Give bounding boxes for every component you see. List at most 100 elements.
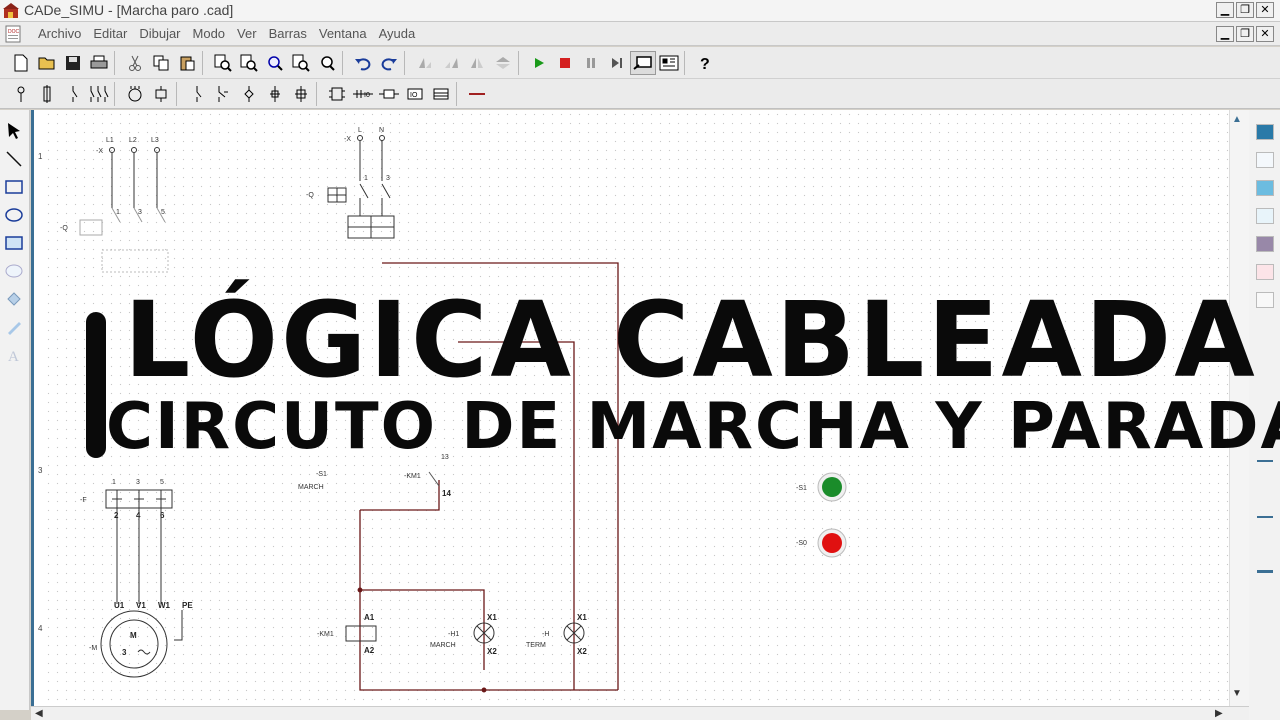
ellipse-tool[interactable] <box>3 204 25 226</box>
rotate-left-button[interactable] <box>412 51 438 75</box>
open-file-button[interactable] <box>34 51 60 75</box>
color-swatch[interactable] <box>1256 236 1274 252</box>
doc-minimize-button[interactable]: ▁ <box>1216 26 1234 42</box>
filled-ellipse-tool[interactable] <box>3 260 25 282</box>
scroll-left-icon[interactable]: ◀ <box>35 708 43 719</box>
close-button[interactable]: ✕ <box>1256 2 1274 18</box>
filled-rectangle-icon <box>5 236 23 250</box>
contact-no-button[interactable] <box>184 82 210 106</box>
print-button[interactable] <box>86 51 112 75</box>
vertical-scrollbar[interactable]: ▲ ▼ <box>1229 110 1249 706</box>
select-tool[interactable] <box>3 120 25 142</box>
plc-output-button[interactable]: IO <box>402 82 428 106</box>
component-library-button[interactable] <box>656 51 682 75</box>
simulate-pause-button[interactable] <box>578 51 604 75</box>
pilot-light-s1[interactable]: -S1 <box>796 472 847 502</box>
fill-tool[interactable] <box>3 288 25 310</box>
wire-icon <box>469 92 485 95</box>
schematic-canvas[interactable]: L1 L2 L3 -X 1 3 5 -Q L N -X 1 3 -Q -S1 M… <box>44 110 1229 706</box>
plc-input-icon <box>379 89 399 98</box>
timer-button[interactable] <box>324 82 350 106</box>
rotate-right-button[interactable] <box>438 51 464 75</box>
text-tool[interactable]: A <box>3 344 25 366</box>
new-file-button[interactable] <box>8 51 34 75</box>
line-icon <box>6 151 22 167</box>
color-swatch[interactable] <box>1256 152 1274 168</box>
motor-icon <box>128 85 142 101</box>
doc-restore-button[interactable]: ❐ <box>1236 26 1254 42</box>
redo-button[interactable] <box>376 51 402 75</box>
plc-module-icon <box>433 88 449 99</box>
scroll-up-icon[interactable]: ▲ <box>1232 114 1246 128</box>
motor-button[interactable] <box>122 82 148 106</box>
color-swatch[interactable] <box>1256 208 1274 224</box>
toolbar-separator <box>684 50 690 75</box>
label-w1: W1 <box>158 601 171 610</box>
pin-f-5: 5 <box>160 479 164 486</box>
zoom-all-icon <box>292 54 310 72</box>
zoom-out-button[interactable] <box>236 51 262 75</box>
contact-nc-icon <box>218 85 228 102</box>
zoom-window-button[interactable] <box>262 51 288 75</box>
copy-button[interactable] <box>148 51 174 75</box>
save-button[interactable] <box>60 51 86 75</box>
edit-mode-button[interactable] <box>630 50 656 75</box>
line-tool[interactable] <box>3 148 25 170</box>
menu-editar[interactable]: Editar <box>87 26 133 41</box>
io-block-button[interactable]: I0 <box>350 82 376 106</box>
fuse-button[interactable] <box>34 82 60 106</box>
drawing-area[interactable]: 1 3 4 L1 L2 L3 -X 1 3 5 -Q L N -X 1 3 -Q… <box>31 110 1229 706</box>
color-swatch[interactable] <box>1256 124 1274 140</box>
cut-button[interactable] <box>122 51 148 75</box>
paste-button[interactable] <box>174 51 200 75</box>
terminal-button[interactable] <box>262 82 288 106</box>
scroll-right-icon[interactable]: ▶ <box>1215 708 1223 719</box>
contact-nc-button[interactable] <box>210 82 236 106</box>
breaker-three-phase-button[interactable] <box>86 82 112 106</box>
menu-ventana[interactable]: Ventana <box>313 26 373 41</box>
color-swatch[interactable] <box>1256 292 1274 308</box>
help-button[interactable]: ? <box>692 51 718 75</box>
menu-barras[interactable]: Barras <box>263 26 313 41</box>
menu-modo[interactable]: Modo <box>187 26 232 41</box>
coil-button[interactable] <box>148 82 174 106</box>
zoom-in-button[interactable] <box>210 51 236 75</box>
horizontal-scrollbar[interactable]: ◀ ▶ <box>31 706 1249 720</box>
pin-f-1: 1 <box>112 479 116 486</box>
doc-close-button[interactable]: ✕ <box>1256 26 1274 42</box>
filled-rectangle-tool[interactable] <box>3 232 25 254</box>
toolbar-separator <box>114 50 120 75</box>
plc-module-button[interactable] <box>428 82 454 106</box>
menu-archivo[interactable]: Archivo <box>32 26 87 41</box>
menu-ayuda[interactable]: Ayuda <box>373 26 422 41</box>
zoom-window-icon <box>268 55 283 71</box>
scroll-down-icon[interactable]: ▼ <box>1232 688 1246 702</box>
junction-button[interactable] <box>236 82 262 106</box>
mirror-horizontal-button[interactable] <box>464 51 490 75</box>
pilot-light-s0[interactable]: -S0 <box>796 528 847 558</box>
motor-m: U1 V1 W1 PE M 3 -M <box>89 601 193 678</box>
color-swatch[interactable] <box>1256 180 1274 196</box>
connector-button[interactable] <box>288 82 314 106</box>
wire-button[interactable] <box>464 82 490 106</box>
plc-input-button[interactable] <box>376 82 402 106</box>
menu-dibujar[interactable]: Dibujar <box>133 26 186 41</box>
rectangle-tool[interactable] <box>3 176 25 198</box>
pen-tool[interactable] <box>3 316 25 338</box>
pin-1-right: 1 <box>364 175 368 182</box>
undo-button[interactable] <box>350 51 376 75</box>
simulate-stop-button[interactable] <box>552 51 578 75</box>
scissors-icon <box>129 55 141 71</box>
simulate-play-button[interactable] <box>526 51 552 75</box>
restore-button[interactable]: ❐ <box>1236 2 1254 18</box>
label-h1-x2: X2 <box>487 647 497 656</box>
breaker-single-button[interactable] <box>60 82 86 106</box>
minimize-button[interactable]: ▁ <box>1216 2 1234 18</box>
simulate-step-button[interactable] <box>604 51 630 75</box>
zoom-all-button[interactable] <box>288 51 314 75</box>
supply-point-button[interactable] <box>8 82 34 106</box>
zoom-previous-button[interactable] <box>314 51 340 75</box>
mirror-vertical-button[interactable] <box>490 51 516 75</box>
color-swatch[interactable] <box>1256 264 1274 280</box>
menu-ver[interactable]: Ver <box>231 26 263 41</box>
